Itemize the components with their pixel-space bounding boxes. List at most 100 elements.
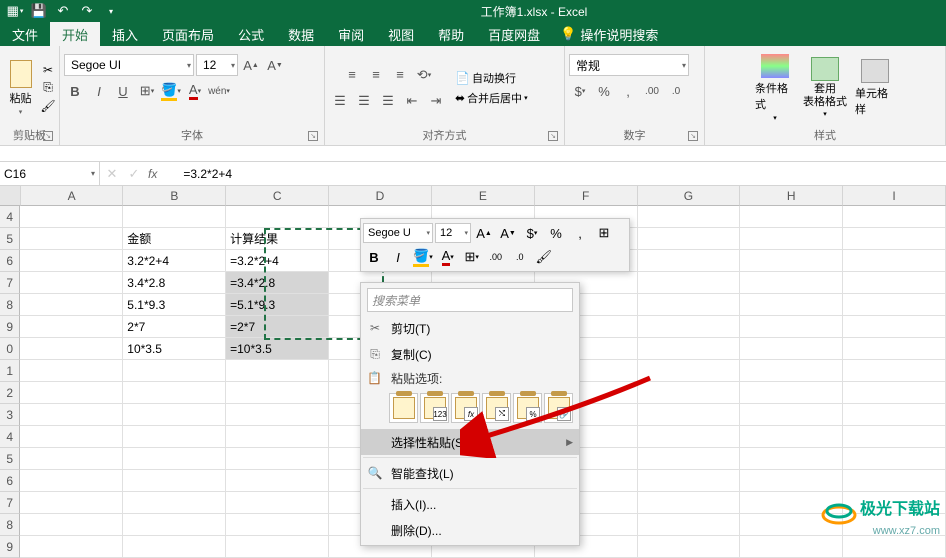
paste-opt-default[interactable] bbox=[389, 393, 418, 423]
paste-button[interactable]: 粘贴 ▾ bbox=[4, 53, 37, 123]
row-header[interactable]: 9 bbox=[0, 536, 20, 558]
mini-currency-icon[interactable]: $▾ bbox=[521, 222, 543, 244]
mini-font-size[interactable]: 12▾ bbox=[435, 223, 471, 243]
mini-border-icon[interactable]: ⊞ bbox=[593, 222, 615, 244]
mini-bold-button[interactable]: B bbox=[363, 246, 385, 268]
col-header[interactable]: H bbox=[740, 186, 843, 206]
align-left-icon[interactable]: ☰ bbox=[329, 90, 351, 112]
underline-button[interactable]: U bbox=[112, 80, 134, 102]
row-header[interactable]: 0 bbox=[0, 338, 20, 360]
paste-opt-values[interactable]: 123 bbox=[420, 393, 449, 423]
menu-insert[interactable]: 插入(I)... bbox=[361, 491, 579, 517]
cell[interactable]: 10*3.5 bbox=[123, 338, 226, 360]
undo-button[interactable]: ↶ bbox=[52, 1, 74, 21]
tab-review[interactable]: 审阅 bbox=[326, 22, 376, 46]
inc-decimal-icon[interactable]: .00 bbox=[641, 80, 663, 102]
comma-icon[interactable]: , bbox=[617, 80, 639, 102]
row-header[interactable]: 1 bbox=[0, 360, 20, 382]
cell[interactable]: 3.2*2+4 bbox=[123, 250, 226, 272]
align-top-icon[interactable]: ≡ bbox=[341, 64, 363, 86]
border-button[interactable]: ⊞▾ bbox=[136, 80, 158, 102]
paste-opt-formulas[interactable]: fx bbox=[451, 393, 480, 423]
row-header[interactable]: 5 bbox=[0, 448, 20, 470]
row-header[interactable]: 5 bbox=[0, 228, 20, 250]
col-header[interactable]: B bbox=[123, 186, 226, 206]
indent-dec-icon[interactable]: ⇤ bbox=[401, 90, 423, 112]
align-right-icon[interactable]: ☰ bbox=[377, 90, 399, 112]
orientation-icon[interactable]: ⟲▾ bbox=[413, 64, 435, 86]
cut-icon[interactable]: ✂ bbox=[41, 63, 55, 77]
tell-me-search[interactable]: 💡操作说明搜索 bbox=[552, 22, 658, 46]
format-painter-icon[interactable]: 🖌 bbox=[41, 99, 55, 113]
phonetic-button[interactable]: wén▾ bbox=[208, 80, 230, 102]
tab-view[interactable]: 视图 bbox=[376, 22, 426, 46]
col-header[interactable]: C bbox=[226, 186, 329, 206]
font-size-select[interactable]: 12▾ bbox=[196, 54, 238, 76]
fill-color-button[interactable]: 🪣▾ bbox=[160, 80, 182, 102]
indent-inc-icon[interactable]: ⇥ bbox=[425, 90, 447, 112]
wrap-text-button[interactable]: 📄自动换行 bbox=[455, 70, 516, 86]
row-header[interactable]: 4 bbox=[0, 206, 20, 228]
row-header[interactable]: 2 bbox=[0, 382, 20, 404]
fx-cancel-icon[interactable]: ✕ bbox=[104, 163, 120, 185]
cell[interactable]: 计算结果 bbox=[226, 228, 329, 250]
conditional-format-button[interactable]: 条件格式▾ bbox=[755, 53, 795, 123]
mini-fontcolor-icon[interactable]: A▾ bbox=[437, 246, 459, 268]
row-header[interactable]: 8 bbox=[0, 514, 20, 536]
cell[interactable]: =10*3.5 bbox=[226, 338, 329, 360]
cell[interactable]: =2*7 bbox=[226, 316, 329, 338]
menu-paste-special[interactable]: 选择性粘贴(S)...▶ bbox=[361, 429, 579, 455]
tab-help[interactable]: 帮助 bbox=[426, 22, 476, 46]
tab-netdisk[interactable]: 百度网盘 bbox=[476, 22, 552, 46]
col-header[interactable]: G bbox=[638, 186, 741, 206]
tab-layout[interactable]: 页面布局 bbox=[150, 22, 226, 46]
formula-value[interactable]: =3.2*2+4 bbox=[163, 167, 232, 181]
menu-button[interactable]: ▦▾ bbox=[4, 1, 26, 21]
menu-cut[interactable]: ✂剪切(T) bbox=[361, 315, 579, 341]
paste-opt-transpose[interactable]: ⤭ bbox=[482, 393, 511, 423]
tab-data[interactable]: 数据 bbox=[276, 22, 326, 46]
col-header[interactable]: I bbox=[843, 186, 946, 206]
align-bottom-icon[interactable]: ≡ bbox=[389, 64, 411, 86]
menu-smart-lookup[interactable]: 🔍智能查找(L) bbox=[361, 460, 579, 486]
decrease-font-icon[interactable]: A▼ bbox=[264, 54, 286, 76]
row-header[interactable]: 4 bbox=[0, 426, 20, 448]
mini-font-family[interactable]: Segoe U▾ bbox=[363, 223, 433, 243]
merge-center-button[interactable]: ⬌合并后居中▾ bbox=[455, 90, 528, 106]
bold-button[interactable]: B bbox=[64, 80, 86, 102]
qat-customize[interactable]: ▾ bbox=[100, 1, 122, 21]
cell[interactable]: =3.4*2.8 bbox=[226, 272, 329, 294]
save-button[interactable]: 💾 bbox=[28, 1, 50, 21]
italic-button[interactable]: I bbox=[88, 80, 110, 102]
row-header[interactable]: 6 bbox=[0, 470, 20, 492]
paste-opt-formatting[interactable]: % bbox=[513, 393, 542, 423]
tab-insert[interactable]: 插入 bbox=[100, 22, 150, 46]
cell[interactable]: 2*7 bbox=[123, 316, 226, 338]
cell[interactable]: 3.4*2.8 bbox=[123, 272, 226, 294]
paste-opt-link[interactable]: 🔗 bbox=[544, 393, 573, 423]
mini-inc-decimal-icon[interactable]: .0 bbox=[509, 246, 531, 268]
font-launcher[interactable]: ↘ bbox=[308, 131, 318, 141]
clipboard-launcher[interactable]: ↘ bbox=[43, 131, 53, 141]
menu-delete[interactable]: 删除(D)... bbox=[361, 517, 579, 543]
col-header[interactable]: A bbox=[21, 186, 124, 206]
currency-icon[interactable]: $▾ bbox=[569, 80, 591, 102]
align-middle-icon[interactable]: ≡ bbox=[365, 64, 387, 86]
redo-button[interactable]: ↷ bbox=[76, 1, 98, 21]
row-header[interactable]: 3 bbox=[0, 404, 20, 426]
mini-dec-font-icon[interactable]: A▼ bbox=[497, 222, 519, 244]
tab-home[interactable]: 开始 bbox=[50, 22, 100, 46]
col-header[interactable]: E bbox=[432, 186, 535, 206]
mini-border2-icon[interactable]: ⊞▾ bbox=[461, 246, 483, 268]
table-format-button[interactable]: 套用 表格格式▾ bbox=[805, 53, 845, 123]
number-launcher[interactable]: ↘ bbox=[688, 131, 698, 141]
mini-dec-decimal-icon[interactable]: .00 bbox=[485, 246, 507, 268]
row-header[interactable]: 7 bbox=[0, 492, 20, 514]
menu-search-input[interactable]: 搜索菜单 bbox=[367, 288, 573, 312]
percent-icon[interactable]: % bbox=[593, 80, 615, 102]
mini-inc-font-icon[interactable]: A▲ bbox=[473, 222, 495, 244]
cell[interactable]: =3.2*2+4 bbox=[226, 250, 329, 272]
select-all-corner[interactable] bbox=[0, 186, 21, 206]
number-format-select[interactable]: 常规▾ bbox=[569, 54, 689, 76]
tab-file[interactable]: 文件 bbox=[0, 22, 50, 46]
